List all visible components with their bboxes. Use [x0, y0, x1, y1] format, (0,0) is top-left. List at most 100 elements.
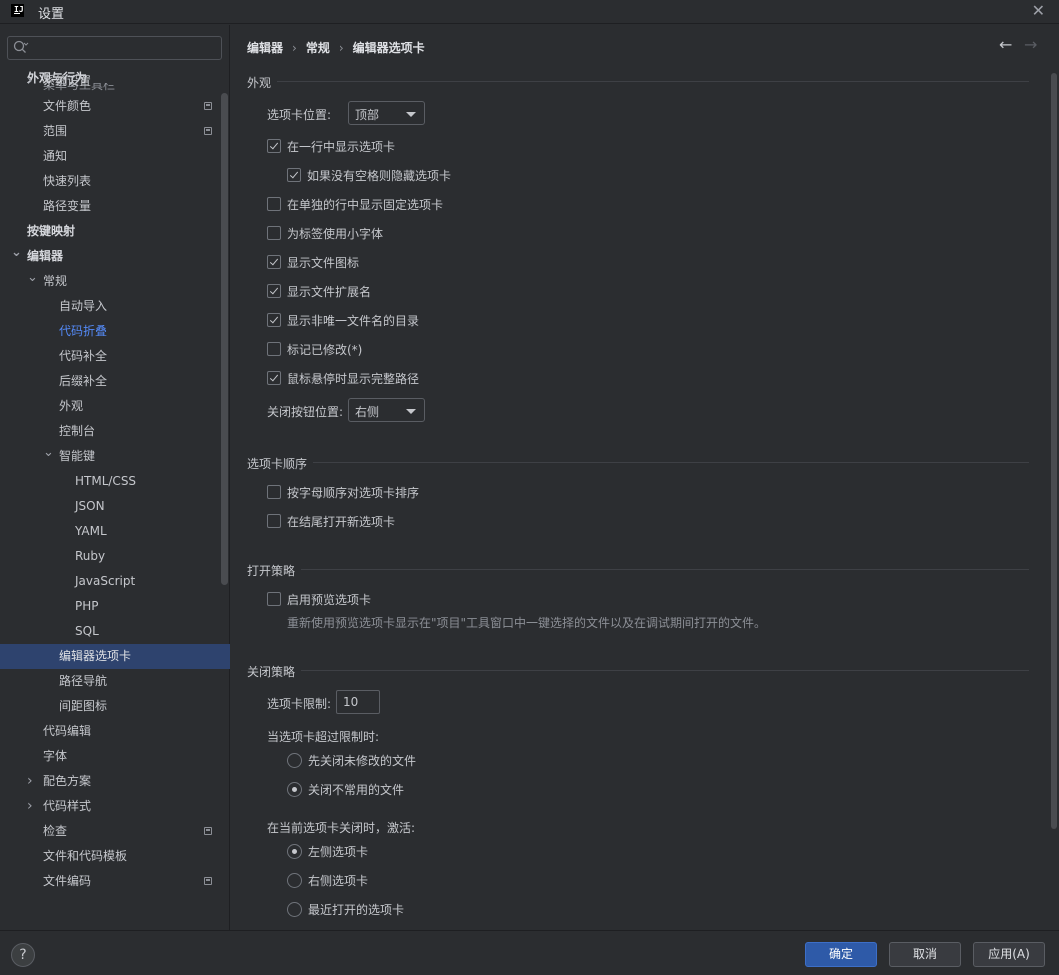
checkmark-icon [269, 372, 279, 382]
sidebar-item[interactable]: 外观 [0, 394, 230, 419]
tab-limit-label: 选项卡限制: [267, 697, 332, 711]
exceed-limit-radio[interactable]: 先关闭未修改的文件 [287, 752, 487, 770]
breadcrumb-item[interactable]: 常规 [306, 39, 330, 56]
sidebar-item[interactable]: 字体 [0, 744, 230, 769]
sidebar-item[interactable]: 代码折叠 [0, 319, 230, 344]
chevron-right-icon[interactable]: › [27, 794, 33, 819]
close-button-position-select[interactable]: 右侧 [348, 398, 425, 422]
checkbox-box[interactable] [267, 485, 281, 499]
sidebar-item-label: 代码样式 [43, 799, 92, 813]
checkbox-label: 鼠标悬停时显示完整路径 [287, 372, 420, 386]
sidebar-item[interactable]: 自动导入 [0, 294, 230, 319]
chevron-down-icon[interactable]: ⌄ [43, 440, 54, 465]
sidebar-item[interactable]: 通知 [0, 144, 230, 169]
sidebar-item[interactable]: 文件颜色 [0, 94, 230, 119]
checkbox-box[interactable] [267, 514, 281, 528]
close-button-position-value: 右侧 [355, 405, 380, 419]
tab-position-select[interactable]: 顶部 [348, 101, 425, 125]
sidebar-item[interactable]: YAML [0, 519, 230, 544]
checkbox-label: 显示文件扩展名 [287, 285, 372, 299]
sidebar-item[interactable]: 间距图标 [0, 694, 230, 719]
ok-button[interactable]: 确定 [805, 942, 877, 967]
sidebar-item-label: JSON [75, 499, 105, 513]
sidebar-item[interactable]: JavaScript [0, 569, 230, 594]
radio-circle[interactable] [287, 902, 302, 917]
content-scrollbar[interactable] [1051, 73, 1057, 829]
sidebar-item[interactable]: ⌄ 常规 [0, 269, 230, 294]
sidebar-item[interactable]: 文件编码 [0, 869, 230, 894]
checkbox-checked[interactable] [267, 313, 281, 327]
checkbox-box[interactable] [267, 226, 281, 240]
back-arrow-icon[interactable]: ← [999, 35, 1012, 54]
sidebar-item[interactable]: HTML/CSS [0, 469, 230, 494]
forward-arrow-icon[interactable]: → [1024, 35, 1037, 54]
exceed-limit-radio[interactable]: 关闭不常用的文件 [287, 781, 487, 799]
checkbox-box[interactable] [267, 197, 281, 211]
appearance-checkbox[interactable]: 在单独的行中显示固定选项卡 [267, 196, 527, 214]
sidebar-item-label: 文件和代码模板 [43, 849, 128, 863]
radio-circle[interactable] [287, 873, 302, 888]
sidebar-item[interactable]: JSON [0, 494, 230, 519]
sidebar-item[interactable]: › 代码样式 [0, 794, 230, 819]
sidebar-item[interactable]: 路径导航 [0, 669, 230, 694]
appearance-checkbox[interactable]: 如果没有空格则隐藏选项卡 [287, 167, 547, 185]
activate-tab-radio[interactable]: 右侧选项卡 [287, 872, 487, 890]
apply-button[interactable]: 应用(A) [973, 942, 1045, 967]
breadcrumb-item: 编辑器选项卡 [352, 41, 425, 55]
chevron-down-icon[interactable]: ⌄ [11, 240, 22, 265]
tab-order-checkbox[interactable]: 按字母顺序对选项卡排序 [267, 484, 527, 502]
radio-selected[interactable] [287, 844, 302, 859]
sidebar-item[interactable]: 代码编辑 [0, 719, 230, 744]
radio-circle[interactable] [287, 753, 302, 768]
sidebar-scrollbar[interactable] [221, 93, 228, 585]
sidebar-item[interactable]: 快速列表 [0, 169, 230, 194]
radio-label: 最近打开的选项卡 [308, 903, 405, 917]
sidebar-item[interactable]: SQL [0, 619, 230, 644]
sidebar-item[interactable]: Ruby [0, 544, 230, 569]
chevron-down-icon[interactable]: ⌄ [27, 265, 38, 290]
chevron-right-icon[interactable]: › [27, 69, 33, 94]
sidebar-item[interactable]: ⌄ 智能键 [0, 444, 230, 469]
checkbox-checked[interactable] [267, 371, 281, 385]
sidebar-item-label: 按键映射 [27, 224, 76, 238]
breadcrumb-item[interactable]: 编辑器 [247, 39, 283, 56]
close-icon[interactable]: ✕ [1032, 1, 1045, 20]
checkbox-box[interactable] [267, 592, 281, 606]
checkbox-checked[interactable] [267, 139, 281, 153]
chevron-right-icon[interactable]: › [27, 769, 33, 794]
appearance-checkbox[interactable]: 在一行中显示选项卡 [267, 138, 527, 156]
activate-tab-radio[interactable]: 最近打开的选项卡 [287, 901, 487, 919]
tab-limit-input[interactable]: 10 [336, 690, 380, 714]
appearance-checkbox[interactable]: 鼠标悬停时显示完整路径 [267, 370, 527, 388]
sidebar-item[interactable]: PHP [0, 594, 230, 619]
settings-content: 编辑器 › 常规 › 编辑器选项卡 ← → 外观 选项卡位置: 顶部 在一行中显示选项卡… [231, 25, 1059, 930]
sidebar-item[interactable]: 后缀补全 [0, 369, 230, 394]
search-input[interactable] [7, 36, 222, 60]
sidebar-item[interactable]: 代码补全 [0, 344, 230, 369]
appearance-checkbox[interactable]: 标记已修改(*) [267, 341, 527, 359]
sidebar-item[interactable]: 路径变量 [0, 194, 230, 219]
sidebar-item[interactable]: 范围 [0, 119, 230, 144]
checkbox-box[interactable] [267, 342, 281, 356]
sidebar-item[interactable]: › 配色方案 [0, 769, 230, 794]
appearance-checkbox[interactable]: 显示文件扩展名 [267, 283, 527, 301]
sidebar-item[interactable]: › 系统设置 [0, 69, 230, 94]
sidebar-item[interactable]: 检查 [0, 819, 230, 844]
activate-tab-radio[interactable]: 左侧选项卡 [287, 843, 487, 861]
checkbox-checked[interactable] [287, 168, 301, 182]
enable-preview-tab-checkbox[interactable]: 启用预览选项卡 [267, 591, 467, 609]
radio-selected[interactable] [287, 782, 302, 797]
appearance-checkbox[interactable]: 显示非唯一文件名的目录 [267, 312, 527, 330]
sidebar-item[interactable]: 文件和代码模板 [0, 844, 230, 869]
checkbox-checked[interactable] [267, 255, 281, 269]
checkbox-checked[interactable] [267, 284, 281, 298]
sidebar-item[interactable]: 编辑器选项卡 [0, 644, 230, 669]
sidebar-item-label: 编辑器选项卡 [59, 649, 132, 663]
sidebar-item[interactable]: 控制台 [0, 419, 230, 444]
help-button[interactable]: ? [11, 943, 35, 967]
cancel-button[interactable]: 取消 [889, 942, 961, 967]
tab-order-checkbox[interactable]: 在结尾打开新选项卡 [267, 513, 527, 531]
appearance-checkbox[interactable]: 显示文件图标 [267, 254, 527, 272]
appearance-checkbox[interactable]: 为标签使用小字体 [267, 225, 527, 243]
sidebar-item[interactable]: 按键映射 [0, 219, 230, 244]
